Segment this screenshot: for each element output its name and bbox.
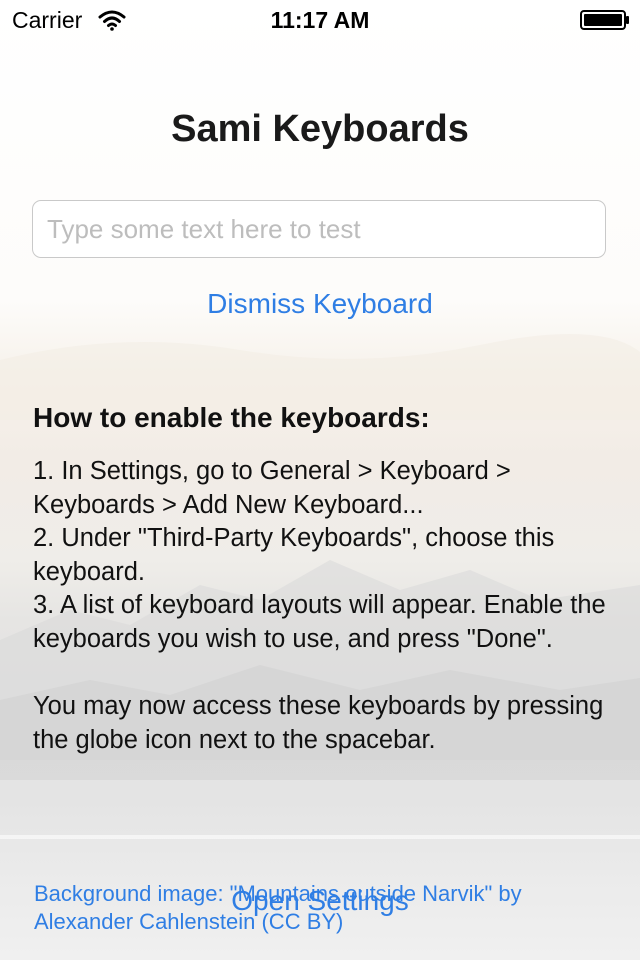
battery-icon [580,10,629,30]
status-bar: Carrier 11:17 AM [0,0,640,40]
test-text-field[interactable] [32,200,606,258]
instructions-body: 1. In Settings, go to General > Keyboard… [33,455,608,757]
test-text-input[interactable] [33,201,605,257]
instruction-step: 3. A list of keyboard layouts will appea… [33,591,606,653]
image-credit-link[interactable]: Background image: "Mountains outside Nar… [34,880,624,936]
status-time: 11:17 AM [270,7,370,33]
page-title: Sami Keyboards [171,108,469,150]
instruction-note: You may now access these keyboards by pr… [33,692,604,754]
instructions-heading: How to enable the keyboards: [33,402,430,433]
instruction-step: 2. Under "Third-Party Keyboards", choose… [33,524,555,586]
instruction-step: 1. In Settings, go to General > Keyboard… [33,457,511,519]
dismiss-keyboard-button[interactable]: Dismiss Keyboard [0,288,640,320]
